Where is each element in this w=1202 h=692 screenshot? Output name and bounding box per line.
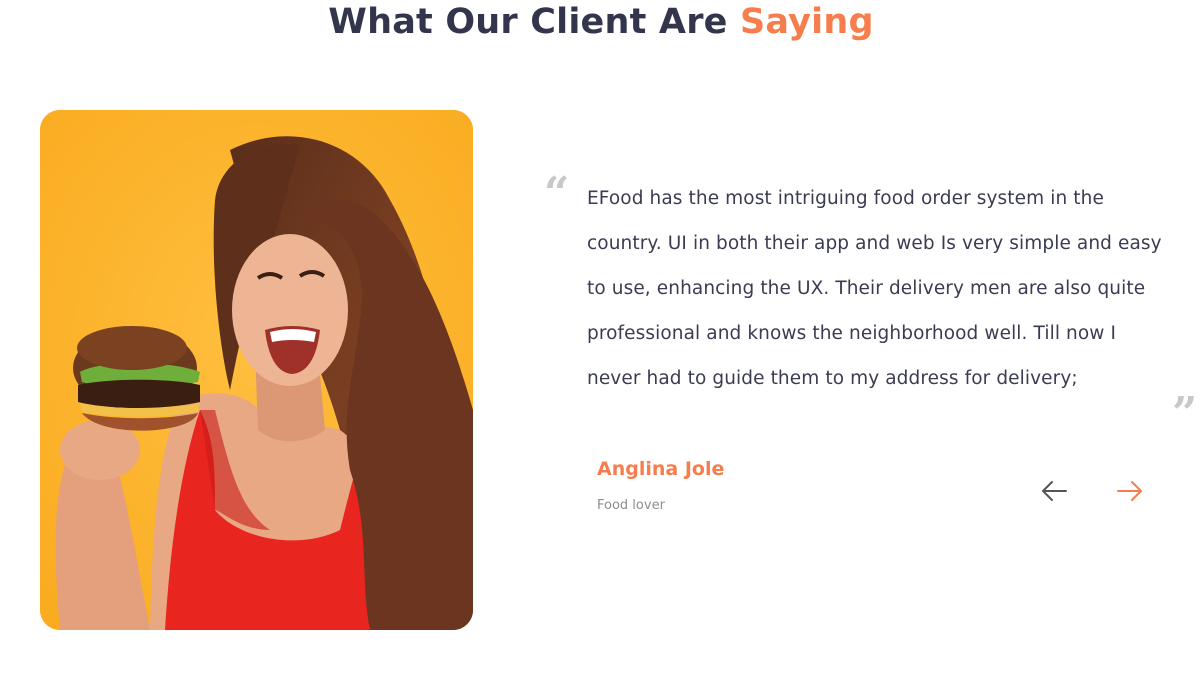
section-title: What Our Client Are Saying bbox=[0, 0, 1202, 48]
arrow-left-icon bbox=[1042, 481, 1067, 501]
author-role: Food lover bbox=[597, 498, 665, 513]
next-testimonial-button[interactable] bbox=[1114, 476, 1146, 506]
section-title-accent: Saying bbox=[739, 2, 874, 42]
quote-close-icon: ” bbox=[1172, 388, 1198, 439]
testimonial-photo bbox=[40, 110, 473, 630]
section-title-main: What Our Client Are bbox=[328, 2, 728, 42]
author-name: Anglina Jole bbox=[597, 458, 725, 480]
quote-open-icon: “ bbox=[544, 168, 570, 219]
prev-testimonial-button[interactable] bbox=[1038, 476, 1070, 506]
woman-eating-burger-illustration bbox=[40, 110, 473, 630]
arrow-right-icon bbox=[1117, 481, 1142, 501]
testimonial-text: EFood has the most intriguing food order… bbox=[587, 188, 1162, 389]
